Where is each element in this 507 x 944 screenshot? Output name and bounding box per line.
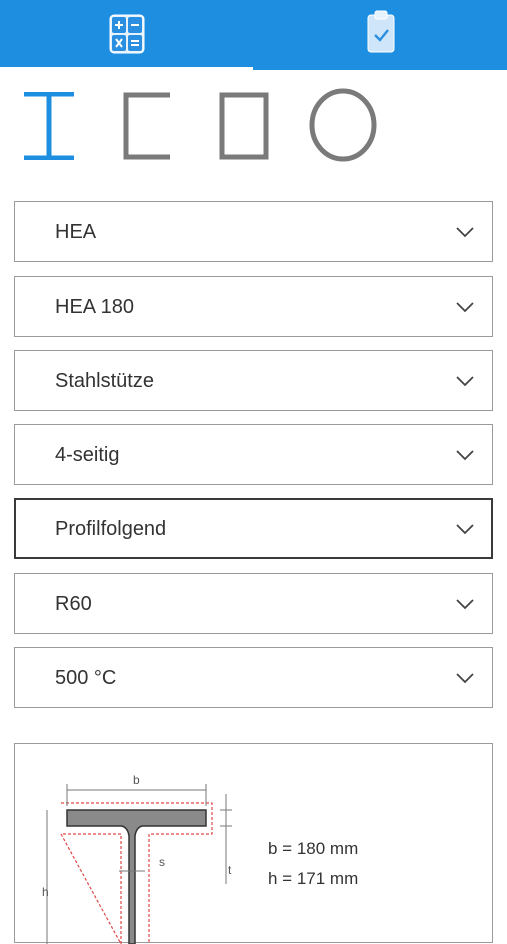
- clipboard-check-icon: [367, 10, 395, 53]
- exposure-value: 4-seitig: [55, 444, 120, 466]
- dimension-h-label: h: [42, 885, 49, 899]
- chevron-down-icon: [456, 376, 474, 387]
- chevron-down-icon: [456, 450, 474, 461]
- profile-dimensions: b = 180 mm h = 171 mm: [268, 834, 358, 894]
- chevron-down-icon: [456, 302, 474, 313]
- chevron-down-icon: [456, 673, 474, 684]
- dimension-b-label: b: [133, 773, 140, 787]
- profile-size-select[interactable]: HEA 180: [14, 276, 493, 337]
- active-tab-indicator: [0, 67, 253, 70]
- rectangular-hollow-profile-icon: [219, 92, 269, 160]
- circular-hollow-profile-icon: [309, 88, 377, 162]
- top-app-bar: [0, 0, 507, 70]
- profile-type-i-beam[interactable]: [22, 91, 76, 161]
- member-type-value: Stahlstütze: [55, 370, 154, 392]
- profile-type-circular[interactable]: [308, 87, 378, 163]
- profile-series-value: HEA: [55, 221, 97, 243]
- cladding-select[interactable]: Profilfolgend: [14, 498, 493, 559]
- profile-series-select[interactable]: HEA: [14, 201, 493, 262]
- profile-type-rectangular[interactable]: [218, 92, 270, 160]
- tab-report[interactable]: [254, 0, 507, 70]
- u-channel-profile-icon: [123, 92, 170, 160]
- member-type-select[interactable]: Stahlstütze: [14, 350, 493, 411]
- profile-type-u-channel[interactable]: [122, 92, 172, 160]
- tab-calculator[interactable]: [0, 0, 253, 70]
- cross-section-card: b h t s b = 180 mm h = 171 mm: [14, 743, 493, 944]
- chevron-down-icon: [456, 599, 474, 610]
- chevron-down-icon: [456, 227, 474, 238]
- critical-temperature-value: 500 °C: [55, 667, 117, 689]
- critical-temperature-select[interactable]: 500 °C: [14, 647, 493, 708]
- chevron-down-icon: [456, 524, 474, 535]
- profile-type-selector: [0, 82, 507, 172]
- cladding-value: Profilfolgend: [55, 518, 167, 540]
- fire-rating-value: R60: [55, 593, 92, 615]
- fire-rating-select[interactable]: R60: [14, 573, 493, 634]
- calculator-icon: [109, 14, 145, 54]
- dimension-b-value: b = 180 mm: [268, 839, 359, 858]
- i-beam-cross-section-diagram: b h t s: [42, 773, 232, 944]
- exposure-select[interactable]: 4-seitig: [14, 424, 493, 485]
- dimension-s-label: s: [159, 855, 165, 869]
- dimension-t-label: t: [228, 863, 232, 877]
- profile-size-value: HEA 180: [55, 296, 134, 318]
- i-beam-profile-icon: [24, 91, 74, 161]
- dimension-h-value: h = 171 mm: [268, 869, 359, 888]
